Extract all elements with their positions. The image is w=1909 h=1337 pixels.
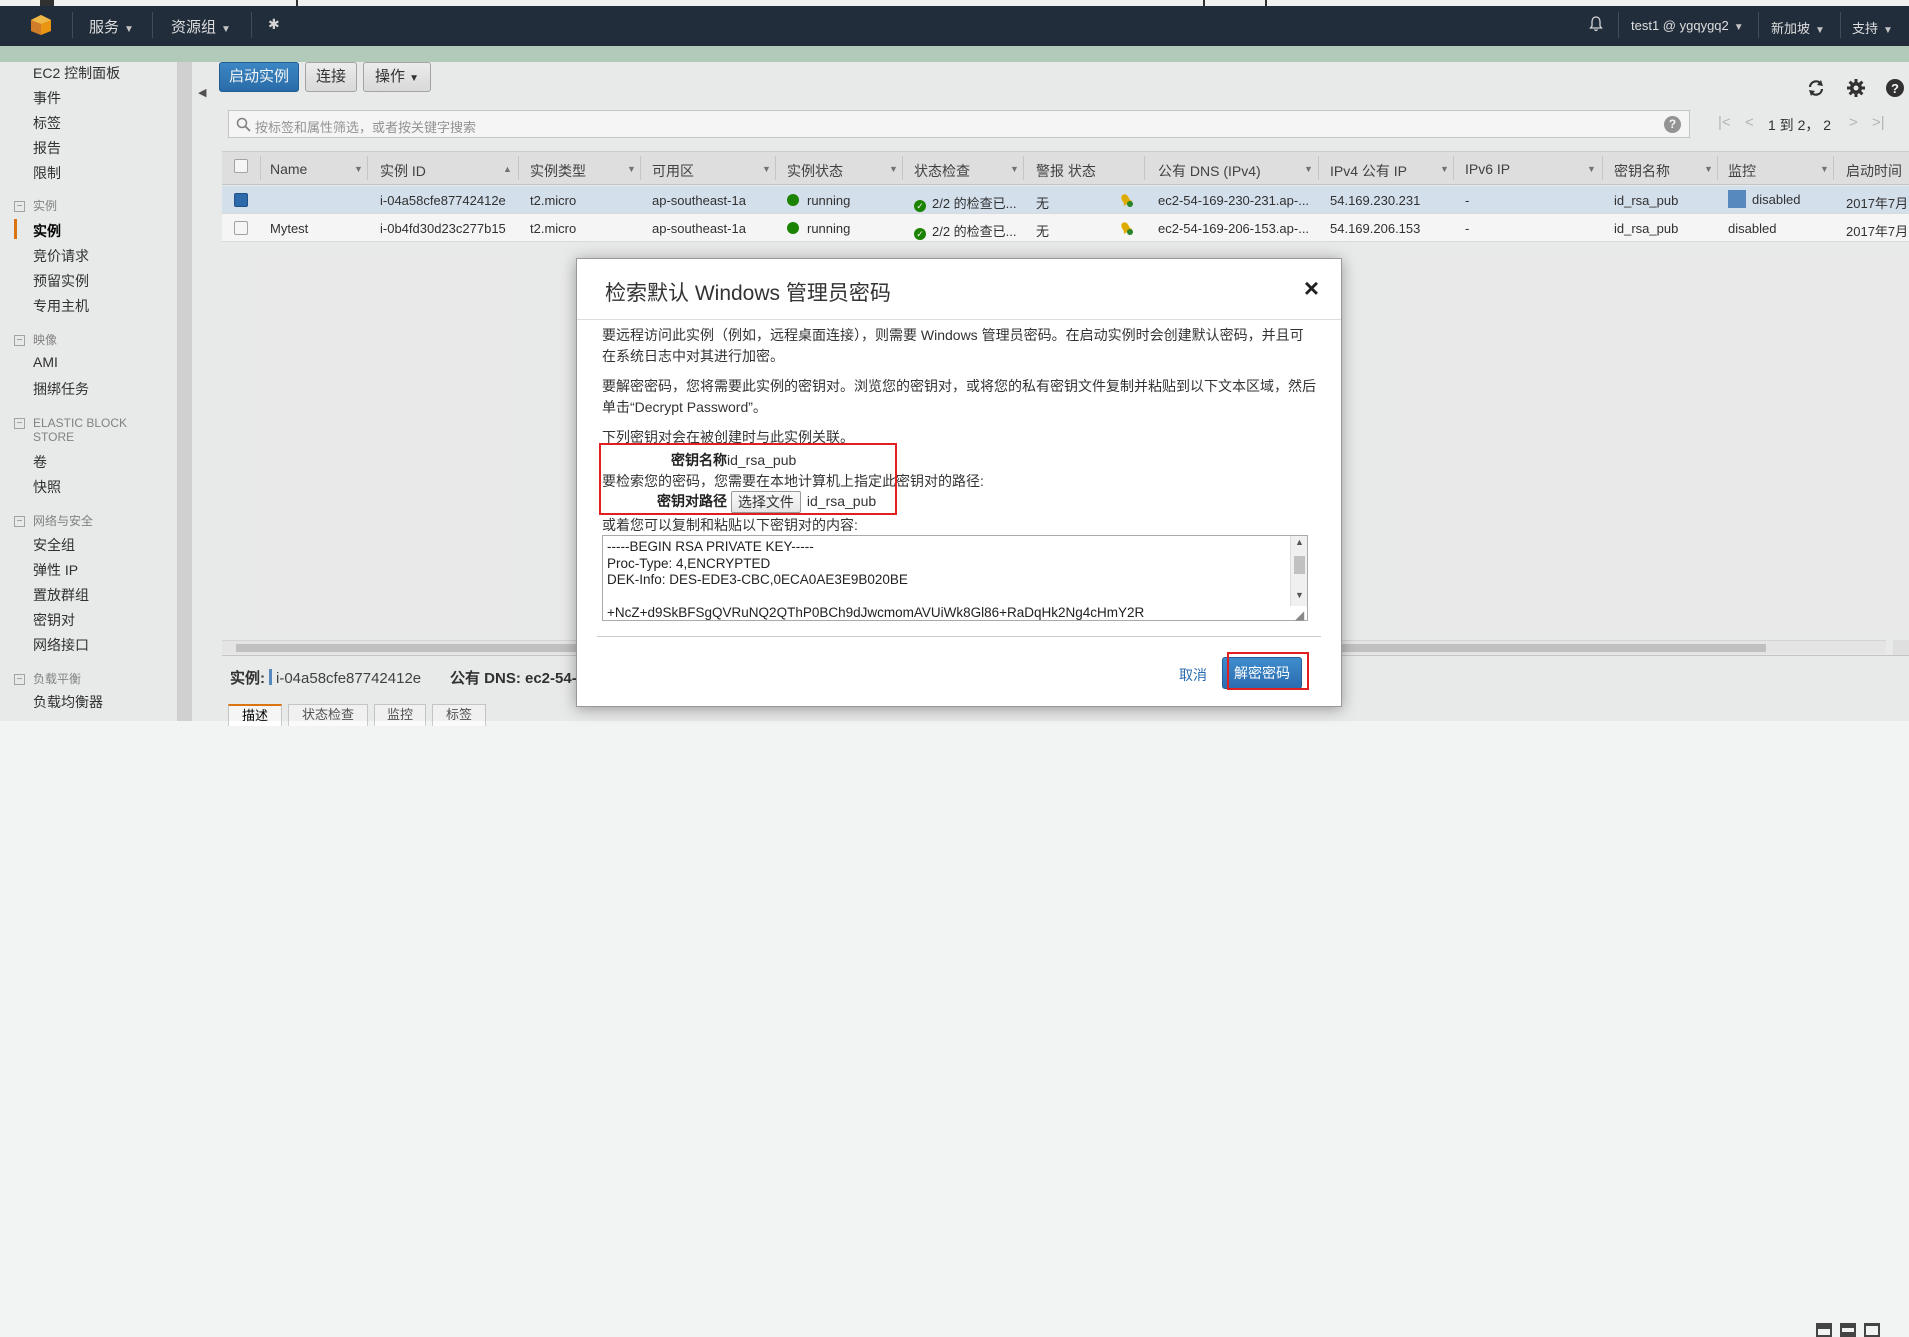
highlight-annotation [599, 443, 897, 515]
retrieve-password-dialog: 检索默认 Windows 管理员密码 × 要远程访问此实例（例如，远程桌面连接）… [576, 258, 1342, 707]
scroll-down-icon[interactable]: ▼ [1295, 590, 1304, 600]
resize-handle-icon[interactable]: ◢ [1295, 608, 1304, 622]
layout-bottom-icon[interactable] [1816, 1323, 1832, 1337]
layout-top-icon[interactable] [1864, 1323, 1880, 1337]
or-paste-text: 或着您可以复制和粘贴以下密钥对的内容: [602, 517, 858, 533]
intro-paragraph: 要远程访问此实例（例如，远程桌面连接），则需要 Windows 管理员密码。在启… [602, 327, 1304, 364]
divider [597, 636, 1321, 637]
layout-split-icon[interactable] [1840, 1323, 1856, 1337]
highlight-annotation [1227, 652, 1309, 690]
dialog-title: 检索默认 Windows 管理员密码 [605, 282, 891, 305]
private-key-textarea[interactable]: -----BEGIN RSA PRIVATE KEY----- Proc-Typ… [602, 535, 1308, 621]
decrypt-paragraph: 要解密密码，您将需要此实例的密钥对。浏览您的密钥对，或将您的私有密钥文件复制并粘… [602, 378, 1316, 415]
textarea-scrollbar[interactable]: ▲ ▼ [1290, 536, 1307, 606]
scroll-up-icon[interactable]: ▲ [1295, 537, 1304, 547]
divider [577, 319, 1341, 320]
cancel-link[interactable]: 取消 [1179, 665, 1207, 685]
scrollbar-thumb[interactable] [1294, 556, 1305, 574]
close-icon[interactable]: × [1304, 275, 1319, 301]
